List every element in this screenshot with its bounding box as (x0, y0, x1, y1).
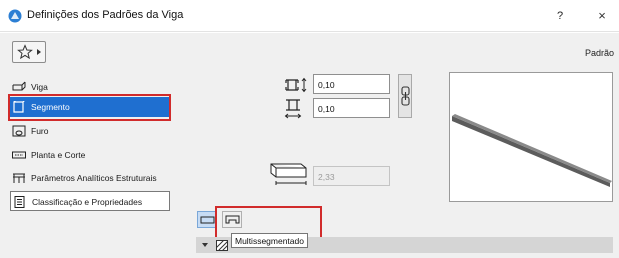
segment-length-icon (270, 163, 307, 185)
chain-link-icon (401, 86, 410, 106)
segment-height-icon (284, 99, 302, 119)
toolbar: Padrão (0, 33, 619, 69)
sidebar-item-furo[interactable]: Furo (10, 121, 170, 141)
structural-analytical-icon (13, 173, 25, 183)
plan-section-icon (12, 151, 26, 159)
sidebar-item-label: Viga (31, 82, 48, 92)
sidebar-item-segmento[interactable]: Segmento (10, 97, 170, 117)
sidebar-item-label: Planta e Corte (31, 150, 86, 160)
star-icon (17, 44, 33, 60)
sidebar-item-viga[interactable]: Viga (10, 77, 170, 97)
close-button[interactable]: × (593, 7, 611, 25)
beam-icon (12, 81, 26, 91)
classification-icon (14, 196, 25, 208)
sidebar-item-label: Classificação e Propriedades (32, 197, 143, 207)
tooltip-multissegmentado: Multissegmentado (231, 233, 308, 248)
preset-label: Padrão (584, 48, 614, 58)
beam-3d-preview[interactable] (449, 72, 613, 202)
beam-preview-drawing (452, 114, 612, 187)
sidebar-item-planta-e-corte[interactable]: Planta e Corte (10, 145, 170, 165)
archicad-app-icon (8, 9, 22, 23)
hatch-pattern-icon (216, 240, 228, 251)
sidebar-item-classificacao[interactable]: Classificação e Propriedades (10, 191, 170, 211)
hole-icon (12, 125, 26, 137)
straight-geometry-button[interactable] (197, 211, 217, 228)
title-bar: Definições dos Padrões da Viga ? × (0, 0, 619, 32)
help-button[interactable]: ? (551, 7, 569, 25)
sidebar-item-label: Segmento (31, 102, 70, 112)
sidebar-item-parametros-analiticos[interactable]: Parâmetros Analíticos Estruturais (10, 168, 170, 188)
segment-length-input: 2,33 (313, 166, 390, 186)
segment-height-input[interactable]: 0,10 (313, 98, 390, 118)
multisegment-beam-icon (225, 215, 240, 224)
segment-width-input[interactable]: 0,10 (313, 74, 390, 94)
sidebar-item-label: Furo (31, 126, 49, 136)
segment-width-icon (285, 77, 307, 93)
multisegment-geometry-button[interactable] (222, 211, 242, 228)
favorites-button[interactable] (12, 41, 46, 63)
link-dimensions-button[interactable] (398, 74, 412, 118)
chevron-down-icon (202, 243, 208, 247)
window-title: Definições dos Padrões da Viga (27, 9, 184, 21)
chevron-right-icon (37, 49, 41, 55)
straight-beam-icon (200, 216, 215, 224)
segment-icon (13, 101, 25, 113)
sidebar-item-label: Parâmetros Analíticos Estruturais (31, 173, 157, 183)
